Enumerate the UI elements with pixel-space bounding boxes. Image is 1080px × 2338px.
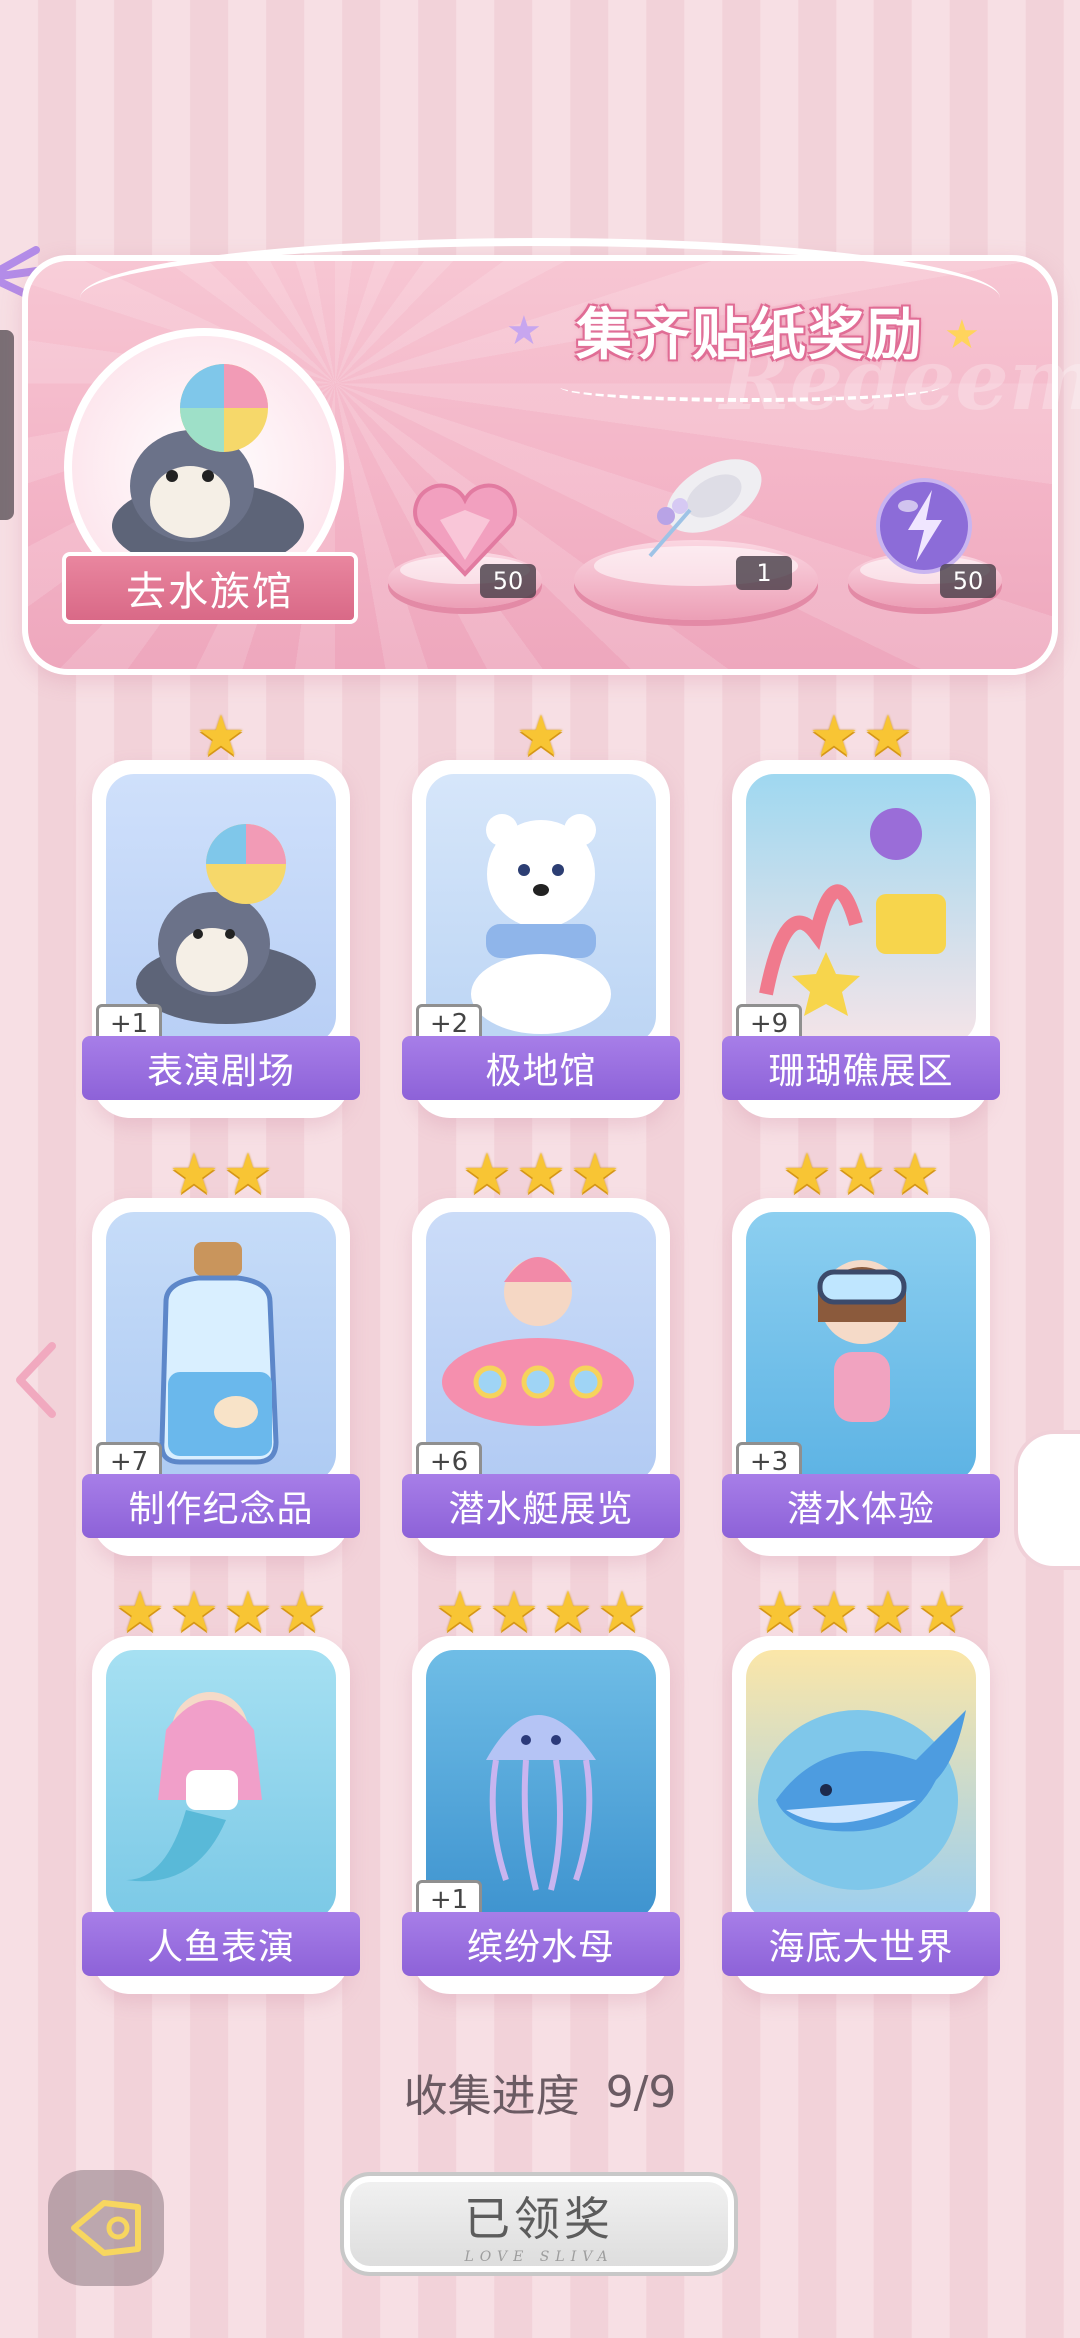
sticker-card[interactable]: ★ ★ +9 珊瑚礁展区 [722,709,1000,1118]
star-rating: ★ ★ ★ [412,1142,670,1207]
star-rating: ★ ★ ★ ★ [732,1580,990,1645]
claimed-sublabel: LOVE SLIVA [464,2249,614,2265]
star-icon: ★ [781,1142,833,1207]
sticker-card-label: 潜水体验 [722,1474,1000,1538]
star-icon: ★ [276,1580,328,1645]
sticker-card-label: 缤纷水母 [402,1912,680,1976]
star-icon: ★ [515,1142,567,1207]
sticker-card[interactable]: ★ ★ ★ ★ 海底大世界 [722,1585,1000,1994]
side-tab[interactable] [0,330,14,520]
star-icon: ★ [222,1580,274,1645]
whale-illustration [746,1650,976,1920]
go-to-aquarium-button[interactable]: 去水族馆 [62,552,358,624]
star-icon: ★ [596,1580,648,1645]
star-icon: ★ [168,1580,220,1645]
star-rating: ★ ★ ★ [732,1142,990,1207]
sticker-card-label: 人鱼表演 [82,1912,360,1976]
claimed-button[interactable]: 已领奖 LOVE SLIVA [340,2172,738,2276]
star-icon: ★ [862,704,914,769]
star-icon: ★ [195,704,247,769]
star-icon: ★ [916,1580,968,1645]
back-button[interactable] [48,2170,164,2286]
sticker-card[interactable]: ★ ★ ★ +3 潜水体验 [722,1147,1000,1556]
star-icon: ★ [542,1580,594,1645]
star-icon: ★ [808,704,860,769]
star-icon: ★ [434,1580,486,1645]
sticker-card-label: 海底大世界 [722,1912,1000,1976]
star-icon: ★ [862,1580,914,1645]
sticker-card-label: 表演剧场 [82,1036,360,1100]
star-rating: ★ ★ ★ ★ [412,1580,670,1645]
star-rating: ★ ★ [92,1142,350,1207]
star-rating: ★ ★ [732,704,990,769]
star-rating: ★ [92,704,350,769]
sticker-card-label: 制作纪念品 [82,1474,360,1538]
star-icon: ★ [835,1142,887,1207]
whale-icon [758,1710,966,1890]
reward-count: 1 [736,556,792,590]
sticker-card[interactable]: ★ ★ ★ ★ 人鱼表演 [82,1585,360,1994]
side-bubble-button[interactable] [1014,1430,1080,1570]
progress-label: 收集进度 [403,2071,580,2122]
star-icon: ★ [515,704,567,769]
sticker-card-label: 珊瑚礁展区 [722,1036,1000,1100]
collection-progress: 收集进度 9/9 [0,2060,1080,2124]
progress-value: 9/9 [605,2066,677,2118]
banner-title: 集齐贴纸奖励 [576,302,924,368]
star-rating: ★ ★ ★ ★ [92,1580,350,1645]
star-icon: ★ [569,1142,621,1207]
back-arrow-icon [71,2200,141,2256]
reward-count: 50 [480,564,536,598]
sticker-card[interactable]: ★ ★ +7 制作纪念品 [82,1147,360,1556]
star-icon: ★ [944,312,980,358]
star-icon: ★ [889,1142,941,1207]
sticker-card[interactable]: ★ +1 表演剧场 [82,709,360,1118]
star-icon: ★ [168,1142,220,1207]
mermaid-illustration [106,1650,336,1920]
star-icon: ★ [488,1580,540,1645]
star-icon: ★ [222,1142,274,1207]
star-icon: ★ [754,1580,806,1645]
claimed-label: 已领奖 [464,2192,614,2246]
sticker-card-label: 潜水艇展览 [402,1474,680,1538]
star-rating: ★ [412,704,670,769]
sticker-card[interactable]: ★ +2 极地馆 [402,709,680,1118]
sticker-card-label: 极地馆 [402,1036,680,1100]
star-icon: ★ [114,1580,166,1645]
sticker-card[interactable]: ★ ★ ★ +6 潜水艇展览 [402,1147,680,1556]
mermaid-icon [126,1692,262,1882]
previous-page-arrow-icon[interactable] [12,1340,60,1420]
lightning-orb-icon [876,478,972,574]
sticker-card[interactable]: ★ ★ ★ ★ +1 缤纷水母 [402,1585,680,1994]
reward-count: 50 [940,564,996,598]
flower-sun-hat-icon [648,459,762,558]
star-icon: ★ [808,1580,860,1645]
star-icon: ★ [506,308,542,354]
dashed-decoration [560,372,940,402]
star-icon: ★ [461,1142,513,1207]
